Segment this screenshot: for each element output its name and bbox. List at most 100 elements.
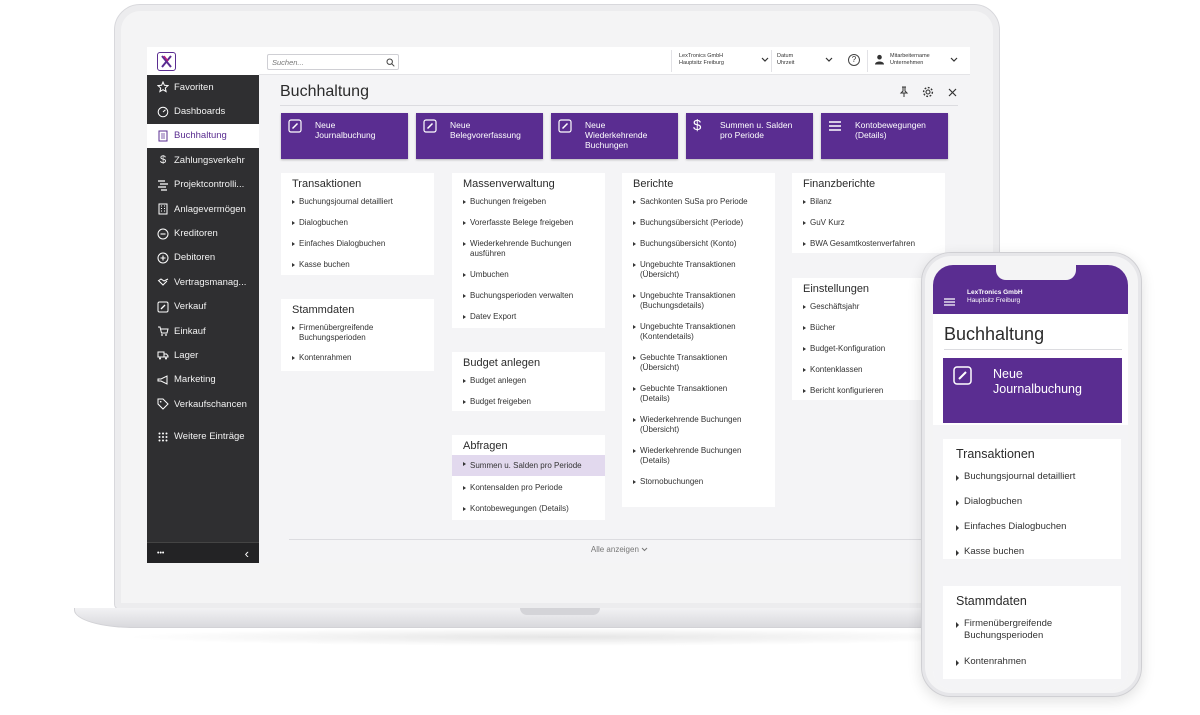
card-link-selected[interactable]: Summen u. Salden pro Periode <box>452 455 605 476</box>
user-menu[interactable]: Mitarbeitername Unternehmen <box>872 53 958 71</box>
pin-icon[interactable] <box>898 86 910 98</box>
sidebar-item-label: Anlagevermögen <box>174 203 246 215</box>
card-link[interactable]: Kontensalden pro Periode <box>452 479 605 497</box>
tile-label: Neue Journalbuchung <box>993 367 1082 396</box>
card-link[interactable]: Buchungen freigeben <box>452 193 605 211</box>
sidebar-item-verkauf[interactable]: Verkauf <box>147 295 259 319</box>
card-link[interactable]: Ungebuchte Transaktionen (Buchungsdetail… <box>622 287 775 315</box>
card-link[interactable]: Dialogbuchen <box>281 214 434 232</box>
laptop-shadow <box>120 628 1000 646</box>
tile-kontobewegungen[interactable]: Kontobewegungen (Details) <box>821 113 948 159</box>
sidebar-item-label: Weitere Einträge <box>174 431 245 443</box>
card-link[interactable]: Kontenrahmen <box>943 651 1121 673</box>
card-link[interactable]: Firmenübergreifende Buchungsperioden <box>943 613 1121 647</box>
sidebar-item-debitoren[interactable]: Debitoren <box>147 246 259 270</box>
logo[interactable] <box>147 47 259 75</box>
card-link[interactable]: Kasse buchen <box>281 256 434 274</box>
card-link[interactable]: Bilanz <box>792 193 945 211</box>
tile-label: Neue Belegvorerfassung <box>450 120 521 140</box>
card-link[interactable]: Einfaches Dialogbuchen <box>943 516 1121 538</box>
card-link[interactable]: Kasse buchen <box>943 541 1121 563</box>
grid-dots-icon <box>157 431 169 443</box>
card-link[interactable]: Sachkonten SuSa pro Periode <box>622 193 775 211</box>
phone-card-transaktionen: Transaktionen Buchungsjournal detaillier… <box>943 439 1121 559</box>
help-icon[interactable]: ? <box>848 54 860 66</box>
card-link[interactable]: Vorerfasste Belege freigeben <box>452 214 605 232</box>
tag-icon <box>157 398 169 410</box>
card-link[interactable]: Buchungsübersicht (Periode) <box>622 214 775 232</box>
card-link[interactable]: Dialogbuchen <box>943 491 1121 513</box>
card-link[interactable]: BWA Gesamtkostenverfahren <box>792 235 945 253</box>
close-icon[interactable] <box>946 86 958 98</box>
tile-neue-belegvorerfassung[interactable]: Neue Belegvorerfassung <box>416 113 543 159</box>
sidebar-footer: ••• ‹ <box>147 542 259 563</box>
tile-neue-wiederkehrende-buchungen[interactable]: Neue Wiederkehrende Buchungen <box>551 113 678 159</box>
cart-icon <box>157 325 169 337</box>
card-link[interactable]: Wiederkehrende Buchungen (Übersicht) <box>622 411 775 439</box>
card-title: Berichte <box>633 178 674 190</box>
sidebar-item-label: Lager <box>174 349 199 361</box>
card-link[interactable]: GuV Kurz <box>792 214 945 232</box>
card-link[interactable]: Wiederkehrende Buchungen (Details) <box>622 442 775 470</box>
card-link[interactable]: Stornobuchungen <box>622 473 775 491</box>
phone-notch <box>996 265 1076 280</box>
sidebar-item-kreditoren[interactable]: Kreditoren <box>147 221 259 245</box>
more-options-button[interactable]: ••• <box>157 550 164 557</box>
tile-label: Neue Journalbuchung <box>315 120 376 140</box>
sidebar-item-einkauf[interactable]: Einkauf <box>147 319 259 343</box>
card-link[interactable]: Buchungsperioden verwalten <box>452 287 605 305</box>
search-input[interactable]: Suchen... <box>267 54 399 70</box>
card-link[interactable]: Ungebuchte Transaktionen (Übersicht) <box>622 256 775 284</box>
card-link[interactable]: Wiederkehrende Buchungen ausführen <box>452 235 605 263</box>
sidebar-item-label: Projektcontrolli... <box>174 179 245 191</box>
collapse-sidebar-button[interactable]: ‹ <box>245 546 249 561</box>
sidebar-item-label: Debitoren <box>174 252 216 264</box>
sidebar-item-projektcontrolling[interactable]: Projektcontrolli... <box>147 173 259 197</box>
sidebar-item-zahlungsverkehr[interactable]: $ Zahlungsverkehr <box>147 148 259 172</box>
company-selector[interactable]: LexTronics GmbH Hauptsitz Freiburg <box>679 53 769 71</box>
sidebar-item-dashboards[interactable]: Dashboards <box>147 99 259 123</box>
card-link[interactable]: Umbuchen <box>452 266 605 284</box>
gear-icon[interactable] <box>922 86 934 98</box>
card-link[interactable]: Gebuchte Transaktionen (Übersicht) <box>622 349 775 377</box>
card-link[interactable]: Einfaches Dialogbuchen <box>281 235 434 253</box>
hamburger-menu-icon[interactable] <box>944 293 955 306</box>
card-link[interactable]: Buchungsübersicht (Konto) <box>622 235 775 253</box>
card-title: Finanzberichte <box>803 178 876 190</box>
card-link[interactable]: Budget anlegen <box>452 372 605 390</box>
card-link[interactable]: Kontenrahmen <box>281 349 434 367</box>
phone-company-selector[interactable]: LexTronics GmbH Hauptsitz Freiburg <box>967 289 1023 305</box>
card-title: Massenverwaltung <box>463 178 555 190</box>
tile-summen-salden[interactable]: $ Summen u. Salden pro Periode <box>686 113 813 159</box>
phone-screen: LexTronics GmbH Hauptsitz Freiburg Buchh… <box>933 265 1128 690</box>
sidebar-item-buchhaltung[interactable]: Buchhaltung <box>147 123 259 149</box>
tile-neue-journalbuchung[interactable]: Neue Journalbuchung <box>281 113 408 159</box>
card-berichte: Berichte Sachkonten SuSa pro Periode Buc… <box>622 173 775 507</box>
card-link[interactable]: Kontobewegungen (Details) <box>452 500 605 518</box>
card-link[interactable]: Gebuchte Transaktionen (Details) <box>622 380 775 408</box>
sidebar-item-marketing[interactable]: Marketing <box>147 368 259 392</box>
user-company: Unternehmen <box>890 59 924 66</box>
quick-action-tiles: Neue Journalbuchung Neue Belegvorerfassu… <box>281 113 948 159</box>
divider <box>867 50 868 72</box>
sidebar-item-label: Marketing <box>174 374 216 386</box>
project-icon <box>157 179 169 191</box>
card-link[interactable]: Buchungsjournal detailliert <box>943 466 1121 488</box>
show-all-button[interactable]: Alle anzeigen <box>289 539 950 554</box>
card-link[interactable]: Budget freigeben <box>452 393 605 411</box>
card-link[interactable]: Datev Export <box>452 308 605 326</box>
sidebar-item-verkaufschancen[interactable]: Verkaufschancen <box>147 392 259 416</box>
sidebar-item-favoriten[interactable]: Favoriten <box>147 75 259 99</box>
card-link[interactable]: Firmenübergreifende Buchungsperioden <box>281 319 434 347</box>
sidebar-item-weitere-eintraege[interactable]: Weitere Einträge <box>147 424 259 448</box>
edit-icon <box>423 119 437 133</box>
tile-label: Kontobewegungen (Details) <box>855 120 926 140</box>
sidebar-item-lager[interactable]: Lager <box>147 343 259 367</box>
phone-tile-neue-journalbuchung[interactable]: Neue Journalbuchung <box>943 358 1122 423</box>
sidebar-item-vertragsmanagement[interactable]: Vertragsmanag... <box>147 270 259 294</box>
sidebar-item-anlagevermoegen[interactable]: Anlagevermögen <box>147 197 259 221</box>
card-link[interactable]: Ungebuchte Transaktionen (Kontendetails) <box>622 318 775 346</box>
date-time-selector[interactable]: Datum Uhrzeit <box>777 53 833 71</box>
card-link[interactable]: Buchungsjournal detailliert <box>281 193 434 211</box>
search-icon[interactable] <box>386 58 395 67</box>
